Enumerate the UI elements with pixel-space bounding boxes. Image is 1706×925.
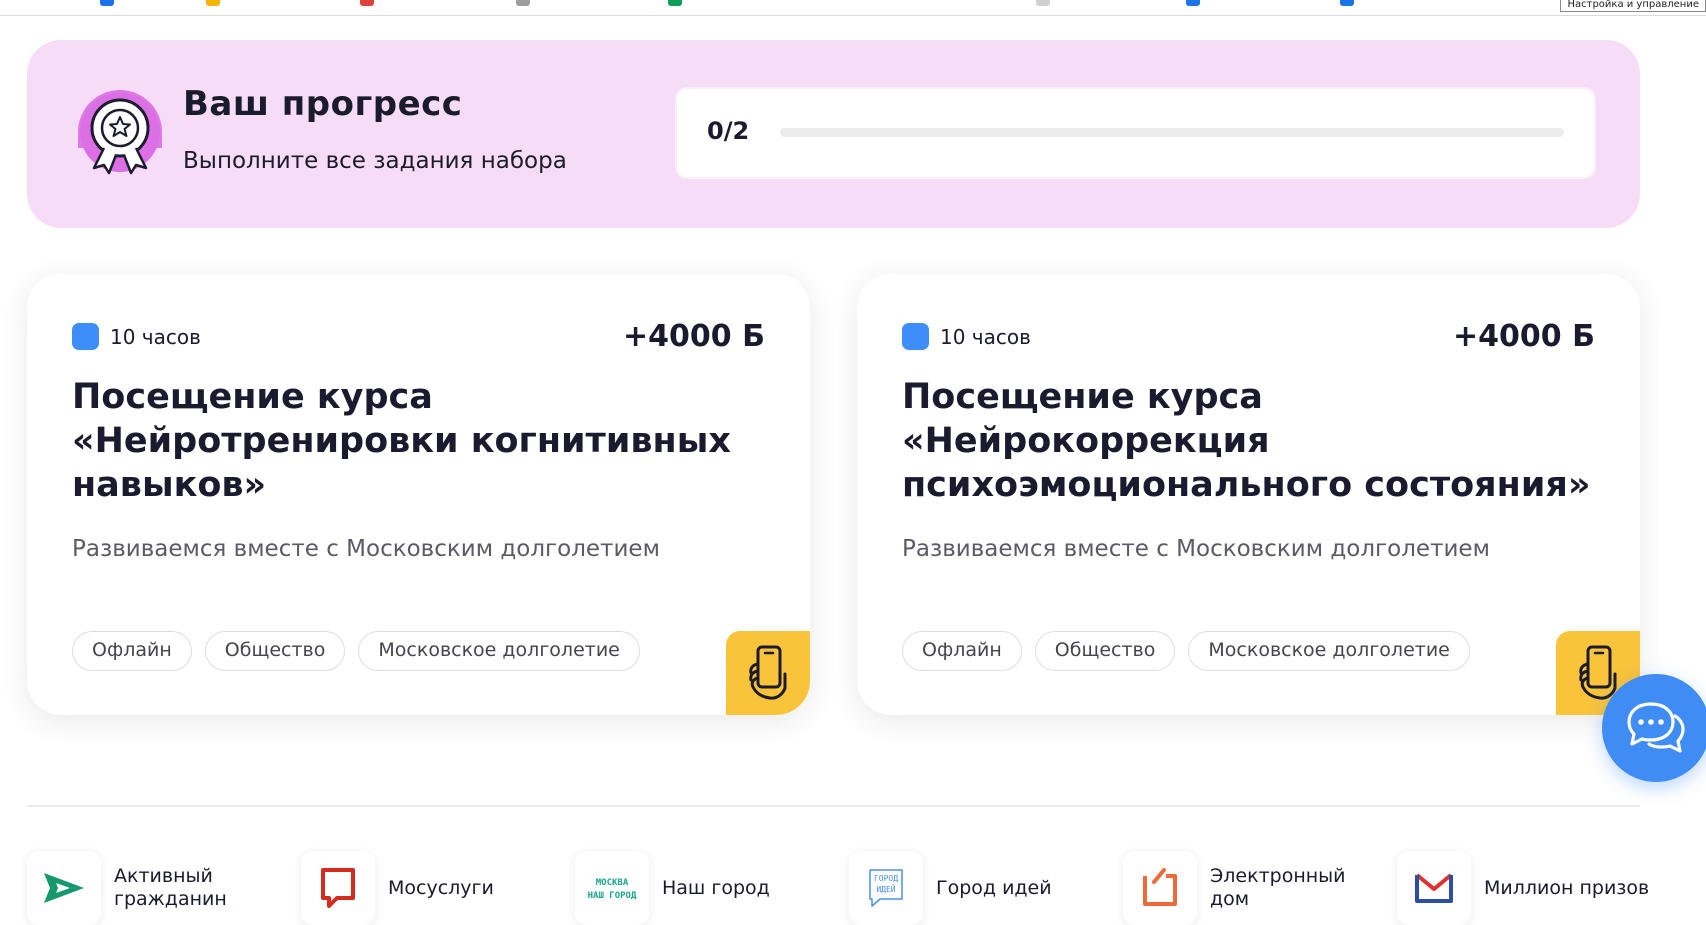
bookmark-icon[interactable] (668, 0, 682, 6)
bookmark-icon[interactable] (1340, 0, 1354, 6)
svg-text:ИДЕЙ: ИДЕЙ (876, 883, 895, 894)
task-points: +4000 Б (1453, 319, 1595, 354)
bookmark-icon[interactable] (100, 0, 114, 6)
active-citizen-logo (27, 851, 101, 925)
duration-dot-icon (72, 323, 99, 350)
tag[interactable]: Общество (1034, 631, 1176, 671)
task-title[interactable]: Посещение курса «Нейротренировки когнити… (72, 375, 782, 507)
progress-count: 0/2 (707, 117, 750, 145)
project-link-gorod-idey[interactable]: ГОРОД ИДЕЙ Город идей (849, 851, 1106, 925)
mosuslugi-logo (301, 851, 375, 925)
phone-in-hand-icon (749, 645, 787, 700)
bookmark-icon[interactable] (360, 0, 374, 6)
progress-subtitle: Выполните все задания набора (183, 148, 567, 174)
project-link-electronic-house[interactable]: Электронный дом (1123, 851, 1380, 925)
bookmark-icon[interactable] (1186, 0, 1200, 6)
project-link-million-prizes[interactable]: Миллион призов (1397, 851, 1654, 925)
project-link-nash-gorod[interactable]: МОСКВА НАШ ГОРОД Наш город (575, 851, 832, 925)
progress-title: Ваш прогресс (183, 84, 463, 124)
tag[interactable]: Офлайн (902, 631, 1022, 671)
chat-button[interactable] (1602, 674, 1706, 782)
tag[interactable]: Московское долголетие (358, 631, 640, 671)
nash-gorod-logo: МОСКВА НАШ ГОРОД (575, 851, 649, 925)
task-description: Развиваемся вместе с Московским долголет… (72, 536, 660, 562)
progress-box: 0/2 (677, 89, 1594, 177)
progress-panel: Ваш прогресс Выполните все задания набор… (27, 40, 1640, 228)
project-label: Город идей (936, 876, 1052, 899)
bookmark-icon[interactable] (516, 0, 530, 6)
million-prizes-logo (1397, 851, 1471, 925)
task-card[interactable]: 10 часов +4000 Б Посещение курса «Нейрок… (857, 274, 1640, 715)
project-link-active-citizen[interactable]: Активный гражданин (27, 851, 284, 925)
duration-dot-icon (902, 323, 929, 350)
browser-tooltip: Настройка и управление (1560, 0, 1706, 12)
tag[interactable]: Общество (204, 631, 346, 671)
electronic-house-logo (1123, 851, 1197, 925)
project-label: Активный гражданин (114, 865, 227, 910)
task-tags: Офлайн Общество Московское долголетие (902, 631, 1470, 671)
project-link-mosuslugi[interactable]: Мосуслуги (301, 851, 558, 925)
svg-text:НАШ ГОРОД: НАШ ГОРОД (588, 891, 637, 901)
task-title[interactable]: Посещение курса «Нейрокоррекция психоэмо… (902, 375, 1612, 507)
chat-bubbles-icon (1627, 702, 1685, 753)
bookmark-icon[interactable] (1036, 0, 1050, 6)
task-duration: 10 часов (110, 325, 201, 349)
award-badge-icon (78, 90, 162, 175)
task-type-badge (726, 631, 810, 715)
task-card[interactable]: 10 часов +4000 Б Посещение курса «Нейрот… (27, 274, 810, 715)
svg-text:МОСКВА: МОСКВА (596, 878, 629, 888)
progress-bar (780, 128, 1564, 137)
project-label: Миллион призов (1484, 876, 1650, 899)
project-label: Электронный дом (1210, 865, 1346, 910)
gorod-idey-logo: ГОРОД ИДЕЙ (849, 851, 923, 925)
tag[interactable]: Московское долголетие (1188, 631, 1470, 671)
tag[interactable]: Офлайн (72, 631, 192, 671)
browser-bookmarks-bar: Настройка и управление (0, 0, 1706, 16)
project-label: Мосуслуги (388, 876, 494, 899)
project-label: Наш город (662, 876, 770, 899)
task-points: +4000 Б (623, 319, 765, 354)
task-description: Развиваемся вместе с Московским долголет… (902, 536, 1490, 562)
task-duration: 10 часов (940, 325, 1031, 349)
bookmark-icon[interactable] (206, 0, 220, 6)
svg-text:ГОРОД: ГОРОД (874, 874, 898, 883)
footer-divider (27, 805, 1640, 807)
task-tags: Офлайн Общество Московское долголетие (72, 631, 640, 671)
